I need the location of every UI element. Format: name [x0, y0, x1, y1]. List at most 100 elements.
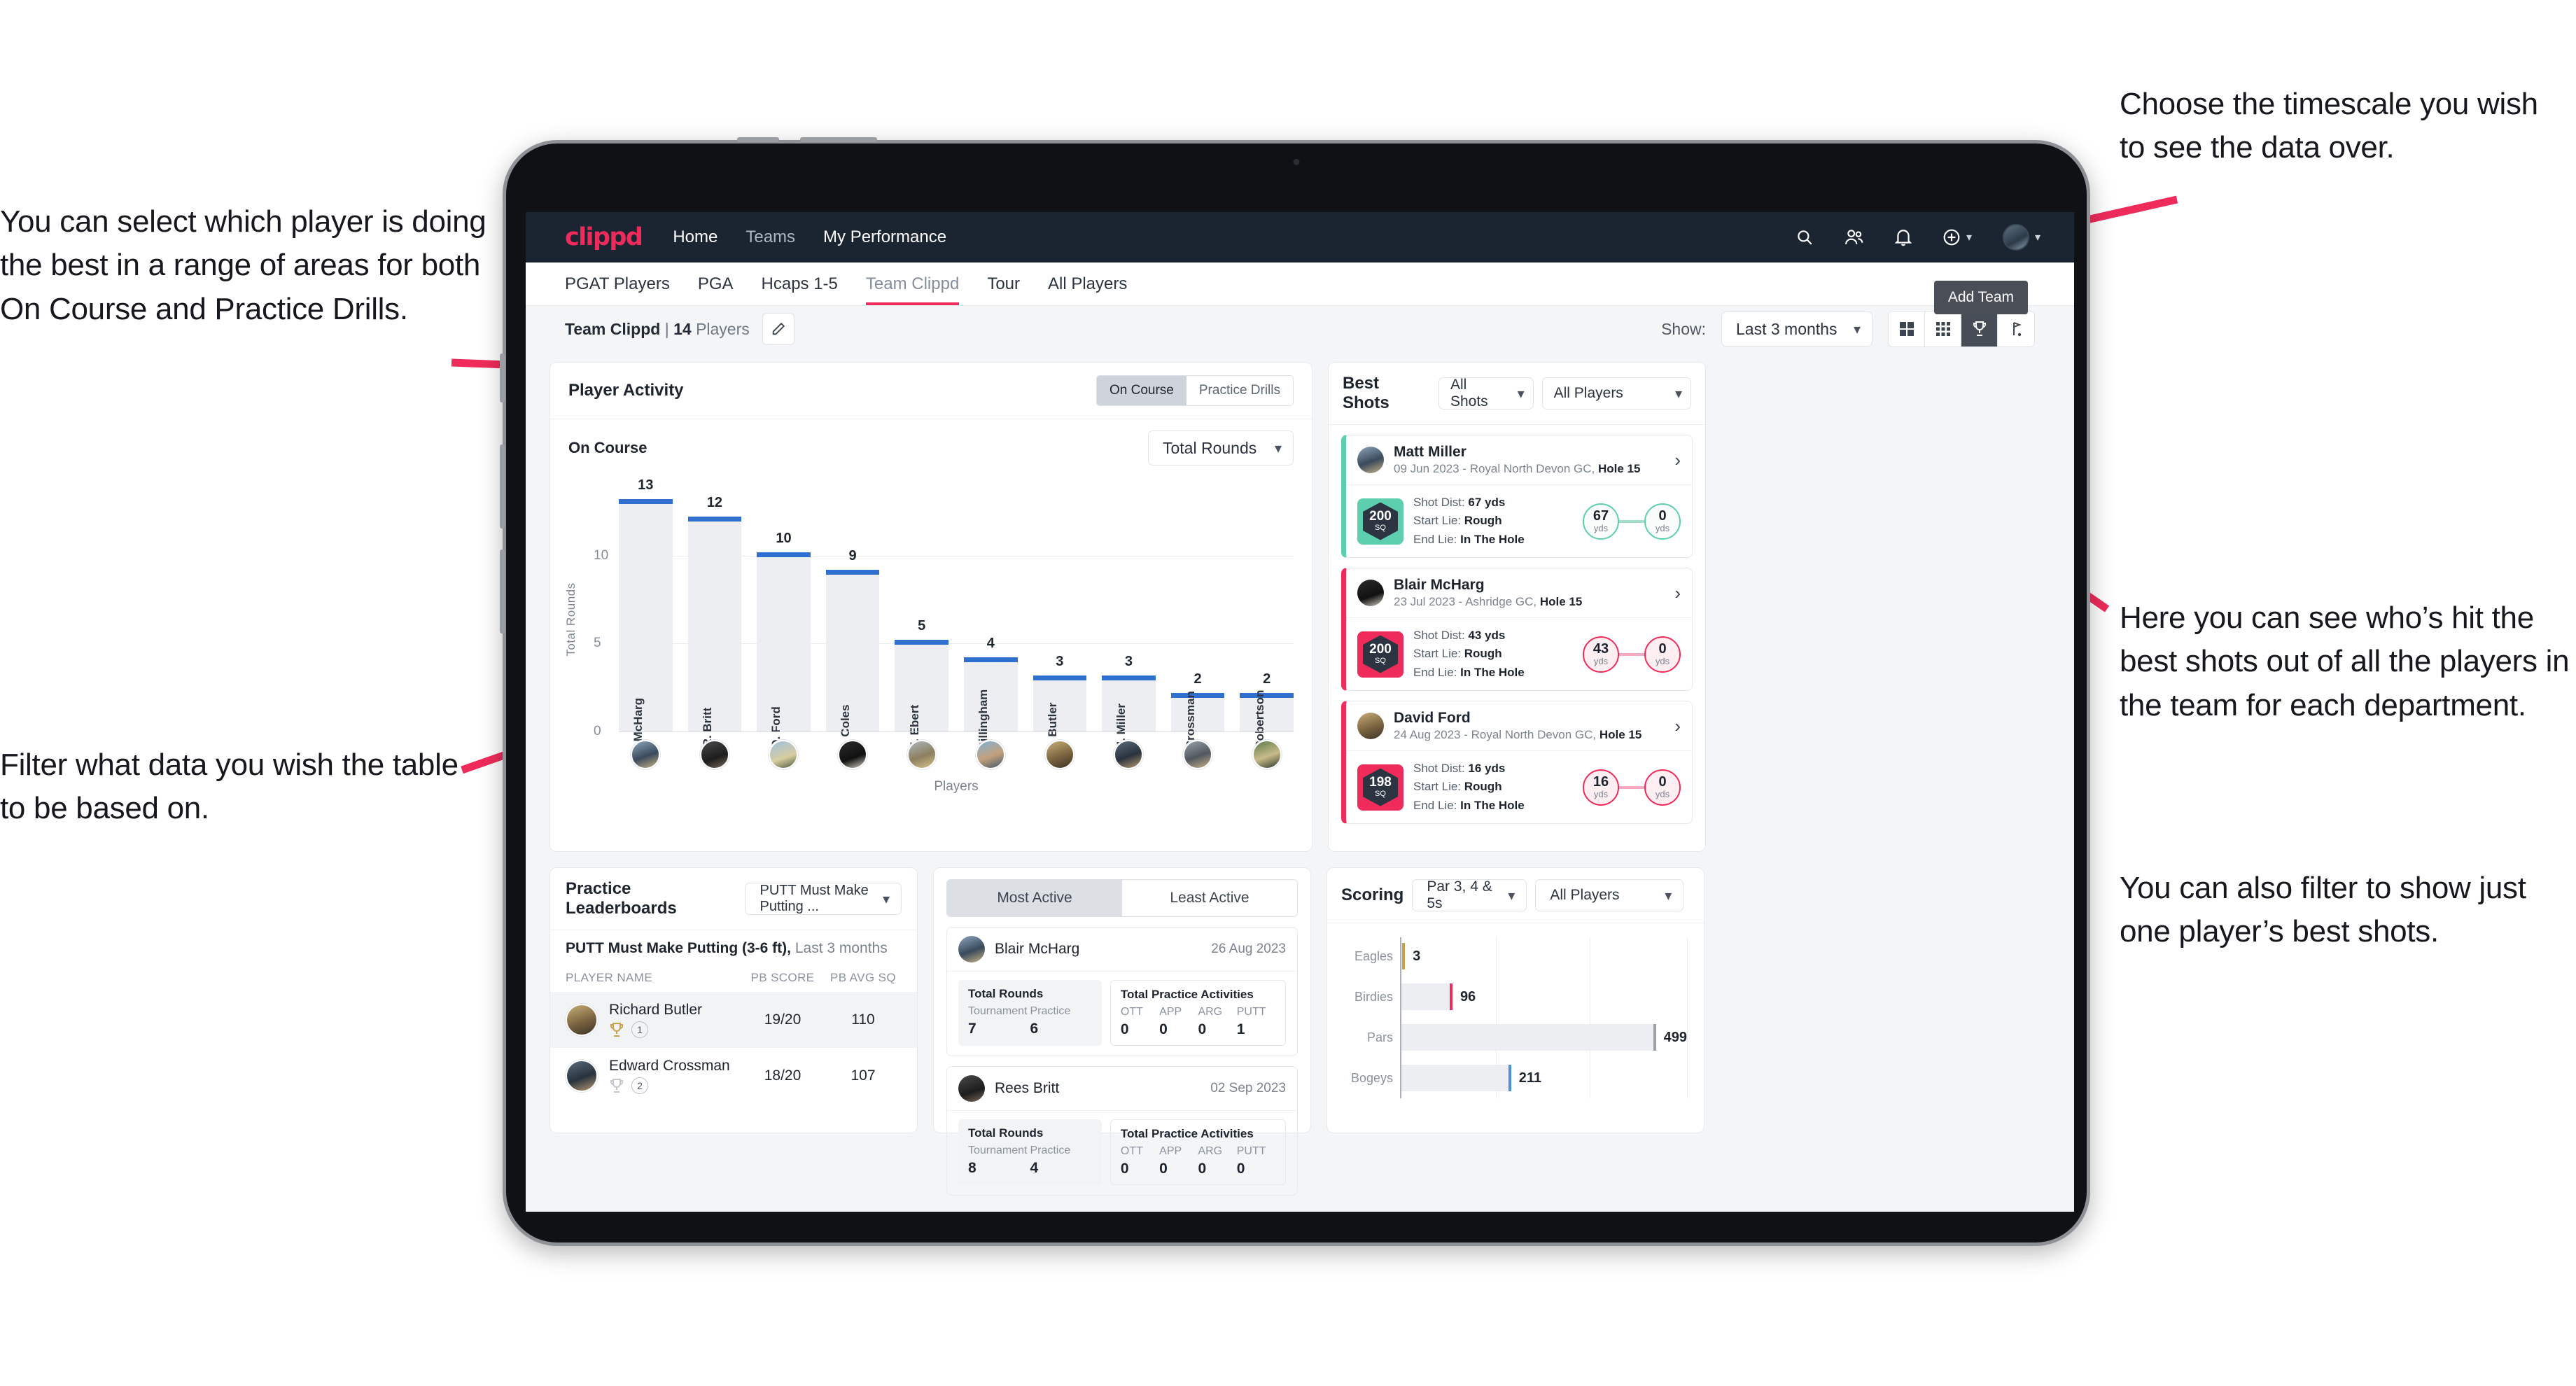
- scoring-row[interactable]: Pars 499: [1367, 1024, 1687, 1051]
- scoring-bar[interactable]: [1401, 1065, 1511, 1091]
- best-shots-card: Best Shots All Shots ▾ All Players ▾ Mat…: [1328, 362, 1706, 852]
- player-avatar[interactable]: [699, 740, 729, 769]
- chart-bar-column[interactable]: 5 E. Ebert: [895, 485, 948, 750]
- trophy-icon[interactable]: [1961, 312, 1998, 346]
- tab-team-clippd[interactable]: Team Clippd: [865, 262, 960, 305]
- view-mode-group: [1888, 311, 2035, 347]
- chart-bar-column[interactable]: 2 E. Crossman: [1170, 485, 1225, 764]
- clippd-logo[interactable]: clippd: [565, 223, 643, 251]
- search-icon[interactable]: [1795, 228, 1814, 246]
- tab-tour[interactable]: Tour: [987, 262, 1020, 305]
- tab-least-active[interactable]: Least Active: [1122, 880, 1297, 916]
- tab-pga[interactable]: PGA: [698, 262, 734, 305]
- nav-link-home[interactable]: Home: [673, 227, 718, 247]
- best-shot-player-name: David Ford: [1394, 710, 1471, 727]
- tab-most-active[interactable]: Most Active: [947, 880, 1122, 916]
- chart-bar[interactable]: 2 C. Robertson: [1240, 671, 1294, 764]
- chart-plot-area: 0 5 10 13 B. McHarg 12 R. Britt 10 D. Ford 9 J. Co…: [594, 477, 1294, 765]
- activity-card: Most Active Least Active Blair McHarg 26 …: [933, 867, 1311, 1196]
- scoring-row[interactable]: Bogeys 211: [1351, 1065, 1687, 1091]
- scoring-bar[interactable]: [1401, 943, 1406, 969]
- chart-bar-column[interactable]: 3 R. Butler: [1032, 485, 1087, 752]
- scoring-player-select[interactable]: All Players ▾: [1535, 879, 1684, 911]
- chart-bar-column[interactable]: 2 C. Robertson: [1240, 485, 1294, 764]
- best-shot-card[interactable]: David Ford 24 Aug 2023 - Royal North Devo…: [1341, 701, 1693, 825]
- chart-bar-cap: [825, 569, 880, 575]
- best-shot-card[interactable]: Blair McHarg 23 Jul 2023 - Ashridge GC, H…: [1341, 568, 1693, 692]
- chart-bar-column[interactable]: 9 J. Coles: [825, 485, 880, 750]
- tab-pgat-players[interactable]: PGAT Players: [565, 262, 670, 305]
- best-shots-player-select[interactable]: All Players ▾: [1541, 377, 1691, 410]
- chart-bar[interactable]: 2 E. Crossman: [1170, 671, 1225, 764]
- player-avatar: [566, 1004, 598, 1036]
- scoring-bar[interactable]: [1401, 1024, 1656, 1051]
- chart-bar[interactable]: 5 E. Ebert: [895, 618, 948, 750]
- activity-date: 26 Aug 2023: [1211, 941, 1286, 956]
- chart-bar[interactable]: 10 D. Ford: [757, 531, 811, 748]
- flag-icon[interactable]: [1998, 312, 2034, 346]
- scoring-row[interactable]: Birdies 96: [1354, 983, 1687, 1010]
- toggle-on-course[interactable]: On Course: [1097, 376, 1186, 405]
- scoring-row[interactable]: Eagles 3: [1354, 943, 1687, 969]
- people-icon[interactable]: [1844, 228, 1864, 246]
- scoring-bar[interactable]: [1401, 983, 1452, 1010]
- nav-link-my-performance[interactable]: My Performance: [823, 227, 946, 247]
- user-avatar-menu[interactable]: ▾: [2002, 224, 2040, 251]
- player-avatar[interactable]: [1044, 740, 1074, 769]
- chart-bar[interactable]: 13 B. McHarg: [619, 477, 673, 757]
- tab-all-players[interactable]: All Players: [1048, 262, 1127, 305]
- timescale-select[interactable]: Last 3 months ▾: [1721, 312, 1872, 346]
- best-shot-meta: 23 Jul 2023 - Ashridge GC, Hole 15: [1394, 595, 1583, 609]
- grid-small-icon[interactable]: [1925, 312, 1961, 346]
- distance-to-unit: yds: [1655, 789, 1670, 800]
- player-avatar[interactable]: [631, 740, 661, 769]
- chart-bar-column[interactable]: 3 M. Miller: [1102, 485, 1156, 751]
- bell-icon[interactable]: [1894, 228, 1912, 246]
- practice-activities-box: Total Practice Activities OTT 0 APP 0 ARG 0 PUT…: [1110, 980, 1286, 1046]
- edit-team-button[interactable]: [762, 313, 794, 345]
- activity-player-card[interactable]: Rees Britt 02 Sep 2023 Total Rounds Tournam…: [946, 1066, 1298, 1196]
- team-players-word: Players: [696, 319, 750, 338]
- chart-bar-column[interactable]: 13 B. McHarg: [619, 477, 673, 757]
- tab-hcaps-1-5[interactable]: Hcaps 1-5: [762, 262, 838, 305]
- chart-bar-column[interactable]: 12 R. Britt: [687, 485, 742, 747]
- leaderboard-row[interactable]: Richard Butler 1 19/20 110: [550, 992, 917, 1048]
- player-avatar[interactable]: [838, 740, 868, 769]
- chevron-down-icon: ▾: [1508, 888, 1516, 904]
- player-avatar[interactable]: [906, 740, 937, 769]
- putt-stat: PUTT 0: [1236, 1145, 1266, 1177]
- chevron-right-icon[interactable]: ›: [1674, 449, 1681, 471]
- team-separator: |: [664, 319, 669, 338]
- player-avatar[interactable]: [1114, 740, 1144, 769]
- plus-circle-icon[interactable]: ▾: [1942, 228, 1972, 246]
- arg-stat: ARG 0: [1198, 1145, 1223, 1177]
- scoring-gridline: [1687, 937, 1688, 1098]
- chart-bar[interactable]: 3 M. Miller: [1102, 654, 1156, 751]
- leaderboard-row[interactable]: Edward Crossman 2 18/20 107: [550, 1048, 917, 1104]
- nav-link-teams[interactable]: Teams: [746, 227, 795, 247]
- grid-large-icon[interactable]: [1889, 312, 1925, 346]
- player-avatar[interactable]: [976, 740, 1006, 769]
- device-button-power: [500, 354, 505, 402]
- device-button-volume-down: [500, 550, 505, 634]
- chart-bar[interactable]: 9 J. Coles: [825, 548, 880, 750]
- player-avatar[interactable]: [1252, 740, 1282, 769]
- player-avatar[interactable]: [769, 740, 799, 769]
- drill-select[interactable]: PUTT Must Make Putting ... ▾: [745, 883, 902, 915]
- metric-select[interactable]: Total Rounds ▾: [1148, 430, 1294, 465]
- shot-type-select[interactable]: All Shots ▾: [1438, 377, 1534, 410]
- chart-bar[interactable]: 12 R. Britt: [687, 495, 742, 747]
- chart-bar-column[interactable]: 10 D. Ford: [757, 485, 811, 748]
- best-shot-hole: Hole 15: [1539, 595, 1583, 609]
- player-avatar[interactable]: [1183, 740, 1213, 769]
- toggle-practice-drills[interactable]: Practice Drills: [1186, 376, 1293, 405]
- activity-player-card[interactable]: Blair McHarg 26 Aug 2023 Total Rounds Tourn…: [946, 927, 1298, 1056]
- chart-bar-column[interactable]: 4 D. Billingham: [963, 485, 1018, 765]
- best-shot-card[interactable]: Matt Miller 09 Jun 2023 - Royal North Dev…: [1341, 435, 1693, 559]
- par-select[interactable]: Par 3, 4 & 5s ▾: [1412, 878, 1527, 911]
- chevron-right-icon[interactable]: ›: [1674, 715, 1681, 737]
- chart-bar[interactable]: 3 R. Butler: [1032, 654, 1087, 752]
- chart-bar[interactable]: 4 D. Billingham: [963, 636, 1018, 765]
- scoring-category-label: Bogeys: [1350, 1070, 1393, 1085]
- chevron-right-icon[interactable]: ›: [1674, 582, 1681, 604]
